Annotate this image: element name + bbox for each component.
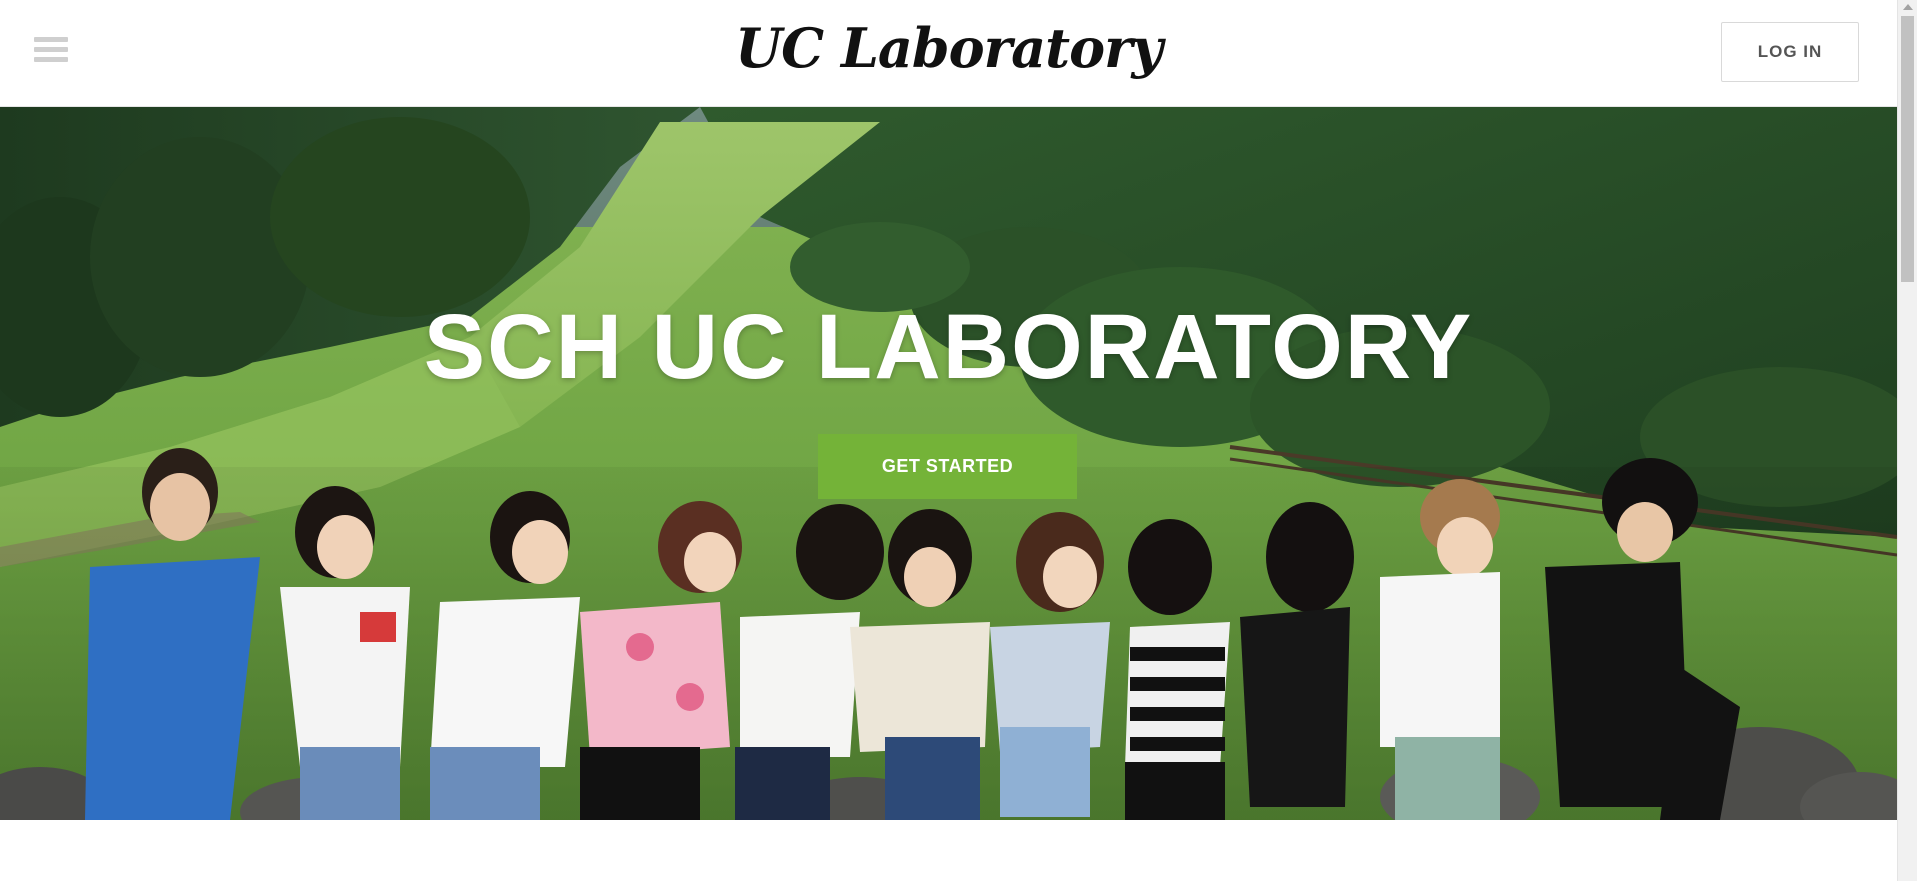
get-started-button[interactable]: GET STARTED	[818, 434, 1077, 499]
site-logo[interactable]: UC Laboratory	[0, 8, 1897, 88]
site-header: UC Laboratory LOG IN	[0, 0, 1897, 107]
vertical-scrollbar[interactable]	[1897, 0, 1917, 881]
scrollbar-thumb[interactable]	[1901, 16, 1914, 282]
hero-title: SCH UC LABORATORY	[423, 296, 1474, 398]
hero-section: SCH UC LABORATORY GET STARTED	[0, 107, 1897, 820]
login-button[interactable]: LOG IN	[1721, 22, 1859, 82]
page: UC Laboratory LOG IN SCH UC LABORATORY G…	[0, 0, 1917, 881]
scroll-up-arrow-icon[interactable]	[1903, 4, 1913, 10]
